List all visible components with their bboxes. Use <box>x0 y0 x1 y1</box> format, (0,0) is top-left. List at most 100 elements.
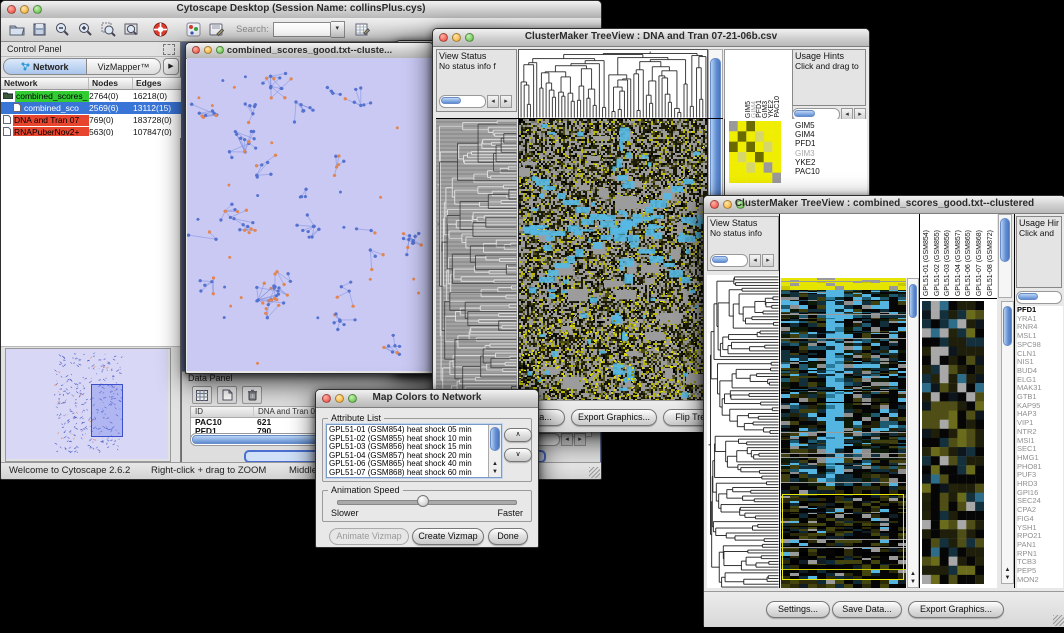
scrollbar-thumb[interactable] <box>490 427 500 451</box>
help-lifebuoy-icon[interactable] <box>151 20 170 39</box>
animate-vizmap-button[interactable]: Animate Vizmap <box>329 528 409 545</box>
new-attribute-icon[interactable] <box>217 386 237 404</box>
gene-label[interactable]: ELG1 <box>1017 376 1063 385</box>
column-label[interactable]: GPL51-08 (GSM872) <box>987 230 994 296</box>
gene-label-list[interactable]: PFD1YRA1RNR4MSL1SPC98CLN1NIS1BUD4ELG1MAK… <box>1017 306 1063 588</box>
scroll-left-arrow[interactable]: ◂ <box>487 95 499 108</box>
scrollbar-thumb[interactable] <box>1000 218 1010 262</box>
scroll-down-arrow[interactable]: ▼ <box>489 469 501 476</box>
column-header-edges[interactable]: Edges <box>133 78 181 89</box>
gene-label[interactable]: MSI1 <box>1017 437 1063 446</box>
export-graphics-button[interactable]: Export Graphics... <box>571 409 657 426</box>
network-table-row[interactable]: combined_sco2569(6)13112(15) <box>1 102 181 114</box>
scroll-right-arrow[interactable]: ▸ <box>762 254 774 267</box>
row-dendrogram-canvas[interactable] <box>707 275 779 588</box>
column-label[interactable]: GPL51-02 (GSM855) <box>934 230 941 296</box>
gene-label[interactable]: MON2 <box>1017 576 1063 585</box>
scrollbar-thumb[interactable] <box>1018 293 1038 300</box>
scroll-right-arrow[interactable]: ▸ <box>574 433 586 446</box>
scroll-left-arrow[interactable]: ◂ <box>561 433 573 446</box>
gene-label[interactable]: PEP5 <box>1017 567 1063 576</box>
float-panel-icon[interactable] <box>163 44 175 55</box>
tab-network[interactable]: Network <box>3 58 87 75</box>
column-header-nodes[interactable]: Nodes <box>89 78 133 89</box>
scrollbar-thumb[interactable] <box>441 97 461 104</box>
gene-label[interactable]: SPC98 <box>1017 341 1063 350</box>
scroll-up-arrow[interactable]: ▲ <box>1002 567 1013 574</box>
birdseye-view[interactable] <box>5 348 171 462</box>
gene-label[interactable]: NIS1 <box>1017 358 1063 367</box>
scrollbar-track[interactable] <box>1016 291 1062 304</box>
zoom-selected-icon[interactable] <box>99 20 118 39</box>
scrollbar-thumb[interactable] <box>794 110 815 117</box>
save-data-button[interactable]: Save Data... <box>832 601 902 618</box>
gene-label[interactable]: RPO21 <box>1017 532 1063 541</box>
gene-label[interactable]: MSL1 <box>1017 332 1063 341</box>
done-button[interactable]: Done <box>488 528 528 545</box>
node-attributes-icon[interactable] <box>184 20 203 39</box>
mini-hscrollbar[interactable]: ◂ ▸ <box>439 95 512 108</box>
column-label[interactable]: GPL51-06 (GSM865) <box>965 230 972 296</box>
network1-titlebar[interactable]: combined_scores_good.txt--cluste... <box>186 43 433 59</box>
gene-label[interactable]: TCB3 <box>1017 558 1063 567</box>
network-table-row[interactable]: combined_scores_2764(0)16218(0) <box>1 90 181 102</box>
attribute-grid-icon[interactable] <box>192 386 212 404</box>
gene-label[interactable]: YSH1 <box>1017 524 1063 533</box>
column-label[interactable]: GPL51-01 (GSM854) <box>923 230 930 296</box>
gene-label[interactable]: BUD4 <box>1017 367 1063 376</box>
row-label[interactable]: PAC10 <box>795 167 855 176</box>
gene-label[interactable]: VIP1 <box>1017 419 1063 428</box>
scroll-down-arrow[interactable]: ▼ <box>1002 575 1013 582</box>
attribute-table-editor-icon[interactable] <box>353 20 372 39</box>
scroll-down-arrow[interactable]: ▼ <box>908 579 918 586</box>
gene-label[interactable]: PUF3 <box>1017 471 1063 480</box>
treeview2-titlebar[interactable]: ClusterMaker TreeView : combined_scores_… <box>704 196 1064 214</box>
tab-vizmapper[interactable]: VizMapper™ <box>87 58 161 75</box>
export-graphics-button[interactable]: Export Graphics... <box>908 601 1004 618</box>
move-up-button[interactable]: ∧ <box>504 428 532 442</box>
gene-label[interactable]: CPA2 <box>1017 506 1063 515</box>
column-label[interactable]: GPL51-07 (GSM868) <box>976 230 983 296</box>
column-label[interactable]: GPL51-04 (GSM857) <box>955 230 962 296</box>
settings-button[interactable]: Settings... <box>766 601 830 618</box>
mini-hscrollbar[interactable] <box>1016 291 1062 304</box>
tab-overflow-arrow[interactable]: ▶ <box>163 58 179 75</box>
gene-label[interactable]: YRA1 <box>1017 315 1063 324</box>
import-annotation-icon[interactable] <box>207 20 226 39</box>
zoom-fit-icon[interactable] <box>122 20 141 39</box>
zoom-in-icon[interactable] <box>76 20 95 39</box>
column-header-network[interactable]: Network <box>1 78 89 89</box>
save-icon[interactable] <box>30 20 49 39</box>
zoom-heatmap-canvas[interactable] <box>729 121 781 183</box>
column-header-id[interactable]: ID <box>191 407 254 417</box>
row-label[interactable]: GIM5 <box>795 121 855 130</box>
scrollbar-thumb[interactable] <box>710 58 721 218</box>
gene-label[interactable]: GTB1 <box>1017 393 1063 402</box>
heatmap-vscrollbar[interactable]: ▲ ▼ <box>907 278 919 588</box>
row-label[interactable]: YKE2 <box>795 158 855 167</box>
scroll-left-arrow[interactable]: ◂ <box>749 254 761 267</box>
row-label[interactable]: GIM3 <box>795 149 855 158</box>
delete-attribute-icon[interactable] <box>242 386 262 404</box>
gene-label[interactable]: SEC24 <box>1017 497 1063 506</box>
listbox-vscrollbar[interactable]: ▲ ▼ <box>488 425 501 477</box>
gene-label[interactable]: KAP95 <box>1017 402 1063 411</box>
gene-label[interactable]: PFD1 <box>1017 306 1063 315</box>
global-heatmap-canvas[interactable] <box>781 278 906 588</box>
column-label[interactable]: PAC10 <box>774 96 781 118</box>
main-titlebar[interactable]: Cytoscape Desktop (Session Name: collins… <box>1 1 601 19</box>
network1-canvas[interactable] <box>187 58 432 371</box>
gene-label[interactable]: HRD3 <box>1017 480 1063 489</box>
network-table-row[interactable]: DNA and Tran 07769(0)183728(0) <box>1 114 181 126</box>
gene-label[interactable]: HMG1 <box>1017 454 1063 463</box>
gene-label[interactable]: SEC1 <box>1017 445 1063 454</box>
scroll-right-arrow[interactable]: ▸ <box>500 95 512 108</box>
gene-label[interactable]: RPN1 <box>1017 550 1063 559</box>
global-heatmap-canvas[interactable] <box>518 119 708 400</box>
gene-label[interactable]: GPI16 <box>1017 489 1063 498</box>
resize-grip[interactable] <box>589 467 600 478</box>
row-label[interactable]: GIM4 <box>795 130 855 139</box>
speed-slider-thumb[interactable] <box>417 495 429 507</box>
zoom-heatmap-canvas[interactable] <box>922 301 984 584</box>
attribute-listbox[interactable]: GPL51-01 (GSM854) heat shock 05 minGPL51… <box>326 424 502 478</box>
